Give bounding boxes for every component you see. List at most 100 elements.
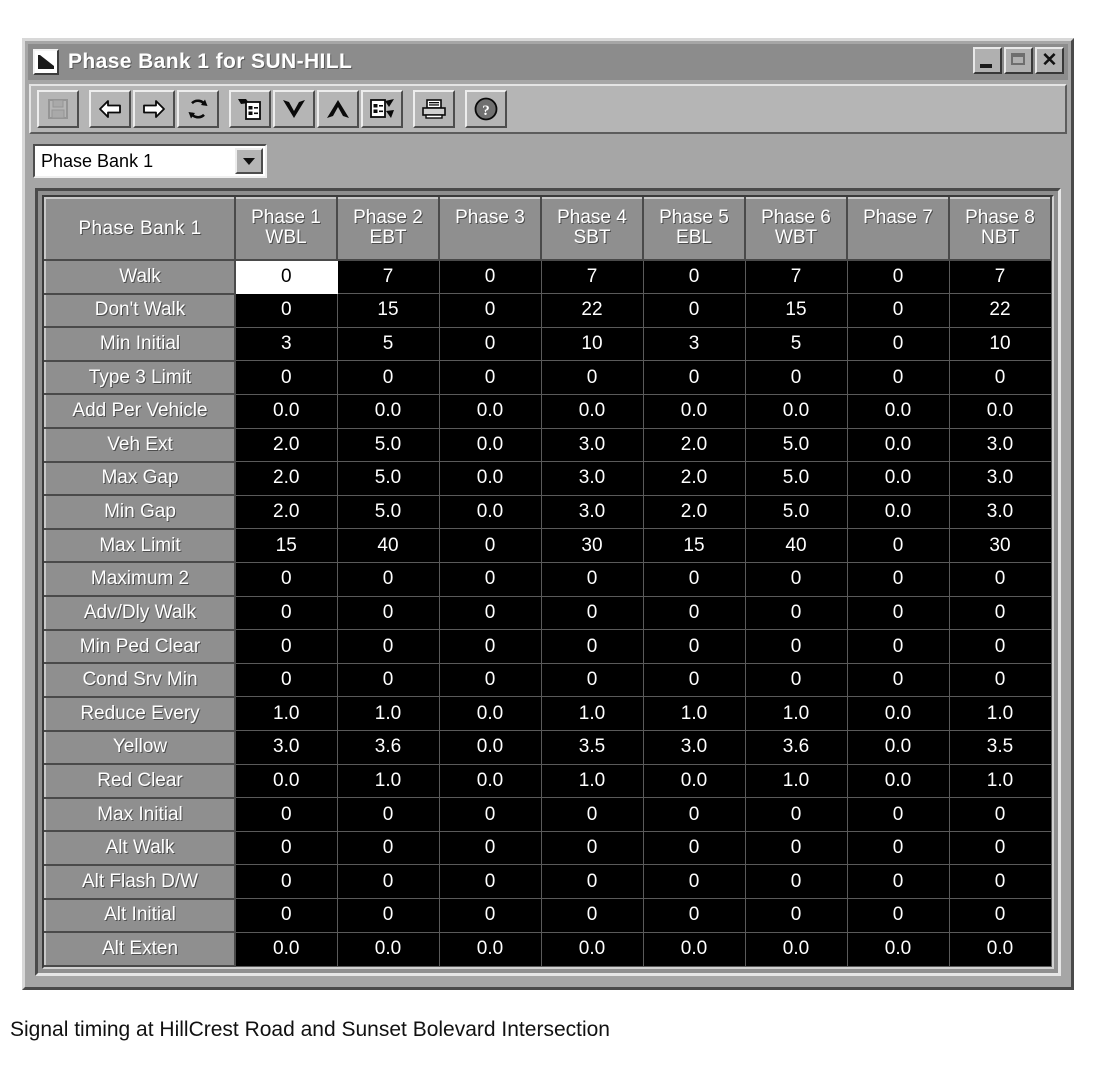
- cell-r5-c3[interactable]: 3.0: [541, 428, 644, 463]
- row-header-red-clear[interactable]: Red Clear: [44, 763, 236, 799]
- window-sysmenu-button[interactable]: [33, 49, 59, 75]
- cell-r10-c0[interactable]: 0: [235, 596, 338, 631]
- cell-r8-c3[interactable]: 30: [541, 528, 644, 563]
- cell-r18-c4[interactable]: 0: [643, 864, 746, 900]
- cell-r2-c7[interactable]: 10: [949, 327, 1052, 362]
- cell-r0-c5[interactable]: 7: [745, 260, 848, 295]
- cell-r1-c3[interactable]: 22: [541, 293, 644, 328]
- cell-r8-c0[interactable]: 15: [235, 528, 338, 563]
- cell-r0-c1[interactable]: 7: [337, 260, 440, 295]
- cell-r13-c4[interactable]: 1.0: [643, 696, 746, 732]
- cell-r7-c6[interactable]: 0.0: [847, 495, 950, 530]
- row-header-veh-ext[interactable]: Veh Ext: [44, 427, 236, 463]
- refresh-button[interactable]: [177, 90, 219, 128]
- row-header-cond-srv-min[interactable]: Cond Srv Min: [44, 662, 236, 698]
- cell-r10-c2[interactable]: 0: [439, 596, 542, 631]
- phase-bank-select-arrow[interactable]: [235, 148, 263, 174]
- cell-r19-c2[interactable]: 0: [439, 898, 542, 933]
- cell-r8-c6[interactable]: 0: [847, 528, 950, 563]
- cell-r13-c3[interactable]: 1.0: [541, 696, 644, 732]
- cell-r18-c1[interactable]: 0: [337, 864, 440, 900]
- phase-bank-select[interactable]: Phase Bank 1: [33, 144, 267, 178]
- cell-r5-c6[interactable]: 0.0: [847, 428, 950, 463]
- row-header-max-limit[interactable]: Max Limit: [44, 527, 236, 564]
- cell-r20-c1[interactable]: 0.0: [337, 932, 440, 967]
- cell-r9-c7[interactable]: 0: [949, 562, 1052, 597]
- cell-r10-c3[interactable]: 0: [541, 596, 644, 631]
- column-header-phase-5[interactable]: Phase 5 EBL: [642, 197, 746, 261]
- row-header-reduce-every[interactable]: Reduce Every: [44, 695, 236, 732]
- cell-r7-c1[interactable]: 5.0: [337, 495, 440, 530]
- column-header-phase-6[interactable]: Phase 6 WBT: [744, 197, 848, 261]
- column-header-phase-4[interactable]: Phase 4 SBT: [540, 197, 644, 261]
- cell-r10-c7[interactable]: 0: [949, 596, 1052, 631]
- cell-r2-c2[interactable]: 0: [439, 327, 542, 362]
- cell-r19-c7[interactable]: 0: [949, 898, 1052, 933]
- cell-r13-c5[interactable]: 1.0: [745, 696, 848, 732]
- cell-r15-c4[interactable]: 0.0: [643, 764, 746, 799]
- cell-r3-c4[interactable]: 0: [643, 360, 746, 395]
- cell-r1-c6[interactable]: 0: [847, 293, 950, 328]
- cell-r20-c7[interactable]: 0.0: [949, 932, 1052, 967]
- cell-r2-c5[interactable]: 5: [745, 327, 848, 362]
- cell-r11-c2[interactable]: 0: [439, 629, 542, 664]
- cell-r9-c5[interactable]: 0: [745, 562, 848, 597]
- cell-r18-c3[interactable]: 0: [541, 864, 644, 900]
- cell-r9-c0[interactable]: 0: [235, 562, 338, 597]
- cell-r5-c1[interactable]: 5.0: [337, 428, 440, 463]
- cell-r1-c1[interactable]: 15: [337, 293, 440, 328]
- cell-r2-c4[interactable]: 3: [643, 327, 746, 362]
- cell-r11-c1[interactable]: 0: [337, 629, 440, 664]
- cell-r20-c3[interactable]: 0.0: [541, 932, 644, 967]
- cell-r17-c5[interactable]: 0: [745, 831, 848, 866]
- cell-r11-c5[interactable]: 0: [745, 629, 848, 664]
- cell-r3-c6[interactable]: 0: [847, 360, 950, 395]
- cell-r18-c5[interactable]: 0: [745, 864, 848, 900]
- cell-r14-c5[interactable]: 3.6: [745, 730, 848, 765]
- save-button[interactable]: [37, 90, 79, 128]
- row-header-min-initial[interactable]: Min Initial: [44, 326, 236, 362]
- cell-r17-c2[interactable]: 0: [439, 831, 542, 866]
- cell-r20-c6[interactable]: 0.0: [847, 932, 950, 967]
- cell-r6-c0[interactable]: 2.0: [235, 461, 338, 496]
- column-header-phase-7[interactable]: Phase 7: [846, 197, 950, 261]
- cell-r10-c4[interactable]: 0: [643, 596, 746, 631]
- cell-r4-c3[interactable]: 0.0: [541, 394, 644, 429]
- cell-r17-c3[interactable]: 0: [541, 831, 644, 866]
- cell-r3-c3[interactable]: 0: [541, 360, 644, 395]
- cell-r16-c7[interactable]: 0: [949, 797, 1052, 832]
- cell-r12-c1[interactable]: 0: [337, 663, 440, 698]
- cell-r16-c2[interactable]: 0: [439, 797, 542, 832]
- cell-r5-c0[interactable]: 2.0: [235, 428, 338, 463]
- cell-r7-c2[interactable]: 0.0: [439, 495, 542, 530]
- column-header-phase-3[interactable]: Phase 3: [438, 197, 542, 261]
- cell-r0-c6[interactable]: 0: [847, 260, 950, 295]
- cell-r8-c5[interactable]: 40: [745, 528, 848, 563]
- cell-r14-c6[interactable]: 0.0: [847, 730, 950, 765]
- cell-r13-c7[interactable]: 1.0: [949, 696, 1052, 732]
- next-button[interactable]: [133, 90, 175, 128]
- cell-r17-c4[interactable]: 0: [643, 831, 746, 866]
- cell-r14-c0[interactable]: 3.0: [235, 730, 338, 765]
- cell-r5-c2[interactable]: 0.0: [439, 428, 542, 463]
- cell-r14-c4[interactable]: 3.0: [643, 730, 746, 765]
- cell-r15-c5[interactable]: 1.0: [745, 764, 848, 799]
- cell-r9-c2[interactable]: 0: [439, 562, 542, 597]
- cell-r10-c5[interactable]: 0: [745, 596, 848, 631]
- row-header-alt-flash-d-w[interactable]: Alt Flash D/W: [44, 863, 236, 900]
- cell-r20-c5[interactable]: 0.0: [745, 932, 848, 967]
- cell-r13-c1[interactable]: 1.0: [337, 696, 440, 732]
- cell-r6-c3[interactable]: 3.0: [541, 461, 644, 496]
- cell-r16-c4[interactable]: 0: [643, 797, 746, 832]
- cell-r6-c7[interactable]: 3.0: [949, 461, 1052, 496]
- column-header-phase-2[interactable]: Phase 2 EBT: [336, 197, 440, 261]
- cell-r2-c3[interactable]: 10: [541, 327, 644, 362]
- cell-r3-c1[interactable]: 0: [337, 360, 440, 395]
- cell-r15-c3[interactable]: 1.0: [541, 764, 644, 799]
- cell-r13-c6[interactable]: 0.0: [847, 696, 950, 732]
- cell-r18-c2[interactable]: 0: [439, 864, 542, 900]
- cell-r1-c7[interactable]: 22: [949, 293, 1052, 328]
- cell-r4-c1[interactable]: 0.0: [337, 394, 440, 429]
- cell-r0-c7[interactable]: 7: [949, 260, 1052, 295]
- cell-r9-c6[interactable]: 0: [847, 562, 950, 597]
